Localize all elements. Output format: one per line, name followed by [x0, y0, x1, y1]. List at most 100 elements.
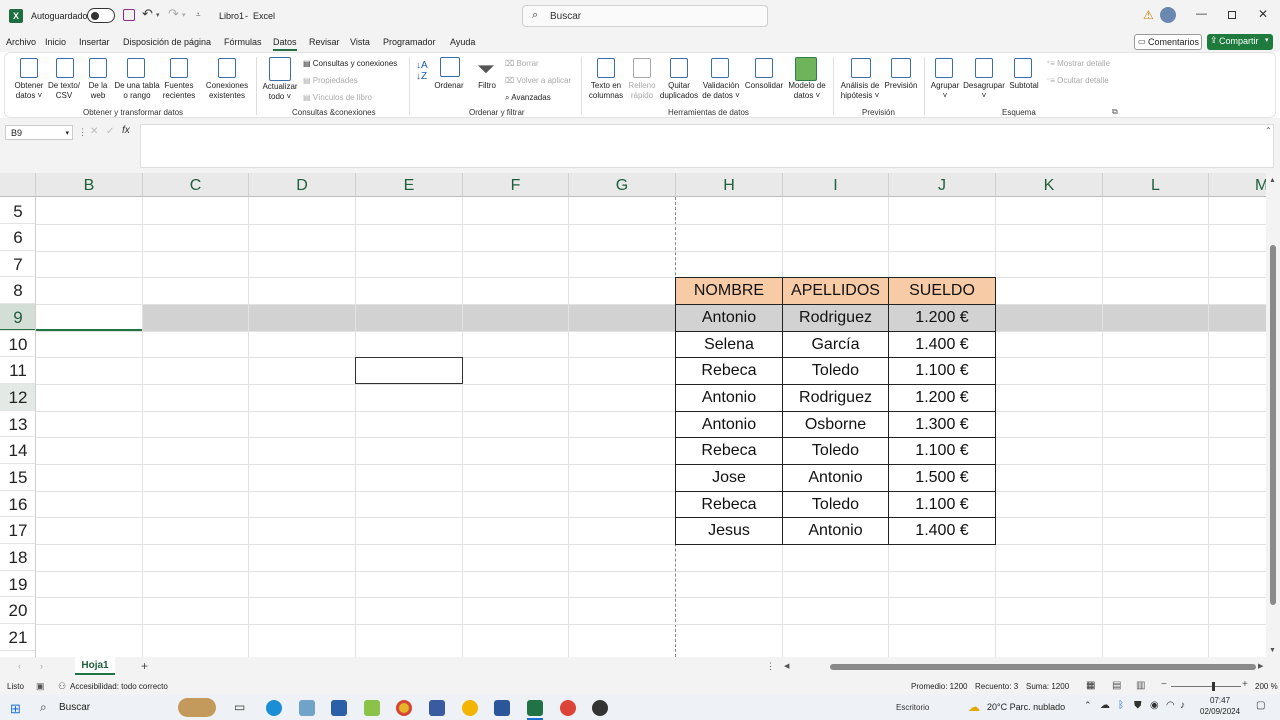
horizontal-scroll-thumb[interactable]: [830, 664, 1256, 670]
close-icon[interactable]: ✕: [1258, 7, 1268, 21]
sort-az-icon[interactable]: ↓A ↓Z: [416, 60, 428, 82]
collapse-formula-bar-icon[interactable]: ⌃: [1265, 126, 1272, 135]
tab-programador[interactable]: Programador: [383, 37, 436, 47]
table-cell[interactable]: 1.300 €: [888, 411, 996, 438]
file-explorer-icon[interactable]: [462, 700, 478, 716]
column-header-i[interactable]: I: [783, 173, 889, 197]
table-cell[interactable]: Selena: [675, 331, 783, 358]
from-table-button[interactable]: De una tabla o rango: [113, 81, 161, 101]
table-cell[interactable]: 1.400 €: [888, 517, 996, 545]
reapply-button[interactable]: ⌧ Volver a aplicar: [505, 76, 571, 85]
shield-icon[interactable]: ⛊: [1134, 700, 1142, 711]
flash-fill-button[interactable]: Relleno rápido: [625, 81, 659, 101]
tray-chevron-icon[interactable]: ⌃: [1084, 700, 1092, 711]
filter-button[interactable]: Filtro: [472, 81, 502, 91]
obs-icon[interactable]: [592, 700, 608, 716]
column-header-h[interactable]: H: [676, 173, 783, 197]
table-cell[interactable]: Rodriguez: [782, 384, 889, 412]
tab-disposicion[interactable]: Disposición de página: [123, 37, 211, 47]
consolidate-button[interactable]: Consolidar: [742, 81, 786, 91]
chevron-down-icon[interactable]: ▾: [1265, 36, 1269, 44]
from-csv-button[interactable]: De texto/ CSV: [46, 81, 82, 101]
paint-icon[interactable]: [299, 700, 315, 716]
zoom-level[interactable]: 200 %: [1255, 682, 1278, 691]
select-all-corner[interactable]: [0, 173, 36, 197]
table-cell[interactable]: Rebeca: [675, 437, 783, 465]
taskbar-search-icon[interactable]: ⌕: [40, 700, 47, 715]
zoom-slider-thumb[interactable]: [1212, 682, 1215, 691]
column-header-c[interactable]: C: [143, 173, 249, 197]
table-cell[interactable]: Antonio: [675, 304, 783, 332]
refresh-all-button[interactable]: Actualizar todo ˅: [259, 82, 301, 102]
avatar[interactable]: [1160, 7, 1176, 23]
customize-toolbar-icon[interactable]: ⩡: [196, 10, 201, 20]
subtotal-button[interactable]: Subtotal: [1006, 81, 1042, 91]
speaker-icon[interactable]: ♪: [1180, 700, 1185, 711]
sort-button[interactable]: Ordenar: [431, 81, 467, 91]
table-cell[interactable]: Antonio: [675, 411, 783, 438]
table-cell[interactable]: 1.100 €: [888, 357, 996, 385]
properties-button[interactable]: ▤ Propiedades: [303, 76, 358, 85]
scroll-down-icon[interactable]: ▼: [1269, 647, 1276, 654]
table-cell[interactable]: Antonio: [782, 517, 889, 545]
table-header-nombre[interactable]: NOMBRE: [675, 277, 783, 305]
tab-formulas[interactable]: Fórmulas: [224, 37, 262, 47]
dialog-launcher-icon[interactable]: ⧉: [1112, 107, 1118, 117]
queries-connections-button[interactable]: ▤ Consultas y conexiones: [303, 59, 397, 68]
task-view-icon[interactable]: ▭: [234, 700, 245, 714]
undo-icon[interactable]: ↶: [142, 6, 153, 22]
notifications-icon[interactable]: ▢: [1256, 700, 1265, 711]
chrome-icon[interactable]: [396, 700, 412, 716]
existing-connections-button[interactable]: Conexiones existentes: [203, 81, 251, 101]
column-header-d[interactable]: D: [249, 173, 356, 197]
from-web-button[interactable]: De la web: [84, 81, 112, 101]
app-tray-icon[interactable]: ◉: [1150, 700, 1159, 711]
edge-icon[interactable]: [266, 700, 282, 716]
accessibility-status[interactable]: Accesibilidad: todo correcto: [70, 682, 168, 691]
column-header-k[interactable]: K: [996, 173, 1103, 197]
text-to-columns-button[interactable]: Texto en columnas: [586, 81, 626, 101]
table-cell[interactable]: Toledo: [782, 437, 889, 465]
table-cell[interactable]: 1.400 €: [888, 331, 996, 358]
count-value[interactable]: Recuento: 3: [975, 682, 1018, 691]
column-header-l[interactable]: L: [1103, 173, 1209, 197]
save-icon[interactable]: [123, 9, 135, 21]
normal-view-icon[interactable]: ▦: [1086, 680, 1095, 691]
table-cell[interactable]: Jesus: [675, 517, 783, 545]
comments-button[interactable]: ▭ Comentarios: [1134, 34, 1202, 50]
search-highlight-image[interactable]: [178, 698, 216, 717]
taskbar-search-label[interactable]: Buscar: [59, 702, 90, 713]
excel-taskbar-icon[interactable]: [527, 700, 543, 716]
sheet-tab-hoja1[interactable]: Hoja1: [75, 657, 115, 675]
table-cell[interactable]: Toledo: [782, 357, 889, 385]
table-cell[interactable]: Rebeca: [675, 357, 783, 385]
table-cell[interactable]: Toledo: [782, 491, 889, 518]
cloud-icon[interactable]: ☁: [1100, 700, 1110, 711]
advanced-button[interactable]: ⌕ Avanzadas: [505, 93, 551, 103]
table-cell[interactable]: Rebeca: [675, 491, 783, 518]
minimize-icon[interactable]: —: [1196, 8, 1207, 20]
table-cell[interactable]: 1.200 €: [888, 384, 996, 412]
formula-input[interactable]: [140, 124, 1274, 168]
chevron-down-icon[interactable]: ▾: [65, 129, 69, 137]
insert-function-icon[interactable]: fx: [122, 125, 130, 136]
what-if-button[interactable]: Análisis de hipótesis ˅: [838, 81, 882, 101]
workbook-links-button[interactable]: ▤ Vínculos de libro: [303, 93, 372, 102]
share-button[interactable]: ⇪ Compartir ▾: [1207, 34, 1273, 50]
tab-insertar[interactable]: Insertar: [79, 37, 110, 47]
windows-start-icon[interactable]: ⊞: [10, 701, 21, 717]
tab-datos[interactable]: Datos: [273, 37, 297, 51]
scroll-left-icon[interactable]: ◀: [784, 662, 789, 670]
group-button[interactable]: Agrupar ˅: [928, 81, 962, 101]
wifi-icon[interactable]: ◠: [1166, 700, 1175, 711]
column-header-g[interactable]: G: [569, 173, 676, 197]
get-data-button[interactable]: Obtener datos ˅: [10, 81, 48, 101]
data-validation-button[interactable]: Validación de datos ˅: [700, 81, 742, 101]
warning-icon[interactable]: ⚠: [1143, 8, 1154, 22]
vertical-scrollbar[interactable]: ▲ ▼: [1266, 173, 1280, 657]
autosave-toggle[interactable]: [87, 8, 115, 23]
spreadsheet-grid[interactable]: B C D E F G H I J K L M 5 6 7 8 9 10 11 …: [0, 173, 1266, 657]
notepad-icon[interactable]: [364, 700, 380, 716]
average-value[interactable]: Promedio: 1200: [911, 682, 967, 691]
macro-record-icon[interactable]: ▣: [36, 681, 45, 692]
